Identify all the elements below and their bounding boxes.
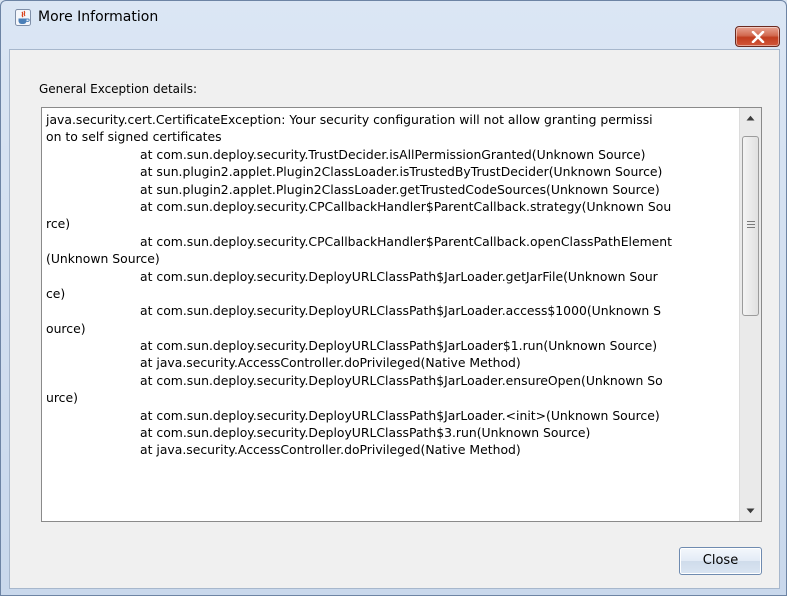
close-button[interactable]: Close: [679, 547, 762, 575]
detail-line: at com.sun.deploy.security.DeployURLClas…: [140, 338, 658, 354]
detail-line: rce): [46, 216, 71, 232]
scroll-up-button[interactable]: [740, 108, 761, 128]
detail-line: at com.sun.deploy.security.DeployURLClas…: [140, 407, 660, 423]
detail-line: at sun.plugin2.applet.Plugin2ClassLoader…: [140, 181, 660, 197]
detail-line: at com.sun.deploy.security.DeployURLClas…: [140, 303, 661, 319]
window-title: More Information: [38, 9, 159, 25]
title-bar[interactable]: More Information: [1, 1, 786, 33]
detail-line: at com.sun.deploy.security.CPCallbackHan…: [140, 198, 672, 214]
detail-line: at com.sun.deploy.security.DeployURLClas…: [140, 425, 591, 441]
scroll-down-button[interactable]: [740, 501, 761, 521]
dialog-window: More Information General Exception detai…: [0, 0, 787, 596]
scroll-up-arrow-icon: [746, 115, 755, 121]
scrollbar-thumb[interactable]: [742, 136, 759, 316]
vertical-scrollbar[interactable]: [739, 108, 761, 521]
java-icon: [15, 9, 31, 26]
detail-line: ce): [46, 285, 66, 301]
detail-line: at java.security.AccessController.doPriv…: [140, 442, 521, 458]
scroll-grip-icon: [747, 221, 755, 229]
detail-line: ource): [46, 320, 86, 336]
detail-line: at sun.plugin2.applet.Plugin2ClassLoader…: [140, 164, 663, 180]
close-icon: [751, 31, 765, 43]
exception-details-pane[interactable]: java.security.cert.CertificateException:…: [41, 107, 762, 522]
detail-line: at com.sun.deploy.security.DeployURLClas…: [140, 372, 663, 388]
detail-line: at com.sun.deploy.security.DeployURLClas…: [140, 268, 658, 284]
detail-line: at com.sun.deploy.security.CPCallbackHan…: [140, 233, 673, 249]
detail-line: urce): [46, 390, 78, 406]
detail-line: at com.sun.deploy.security.TrustDecider.…: [140, 146, 646, 162]
detail-line: at java.security.AccessController.doPriv…: [140, 355, 521, 371]
detail-line: java.security.cert.CertificateException:…: [46, 112, 653, 127]
scroll-down-arrow-icon: [746, 508, 755, 514]
detail-line: (Unknown Source): [46, 251, 160, 267]
window-close-button[interactable]: [735, 26, 780, 47]
exception-details-text[interactable]: java.security.cert.CertificateException:…: [42, 108, 739, 521]
section-label: General Exception details:: [39, 82, 197, 96]
detail-line: on to self signed certificates: [46, 129, 222, 145]
